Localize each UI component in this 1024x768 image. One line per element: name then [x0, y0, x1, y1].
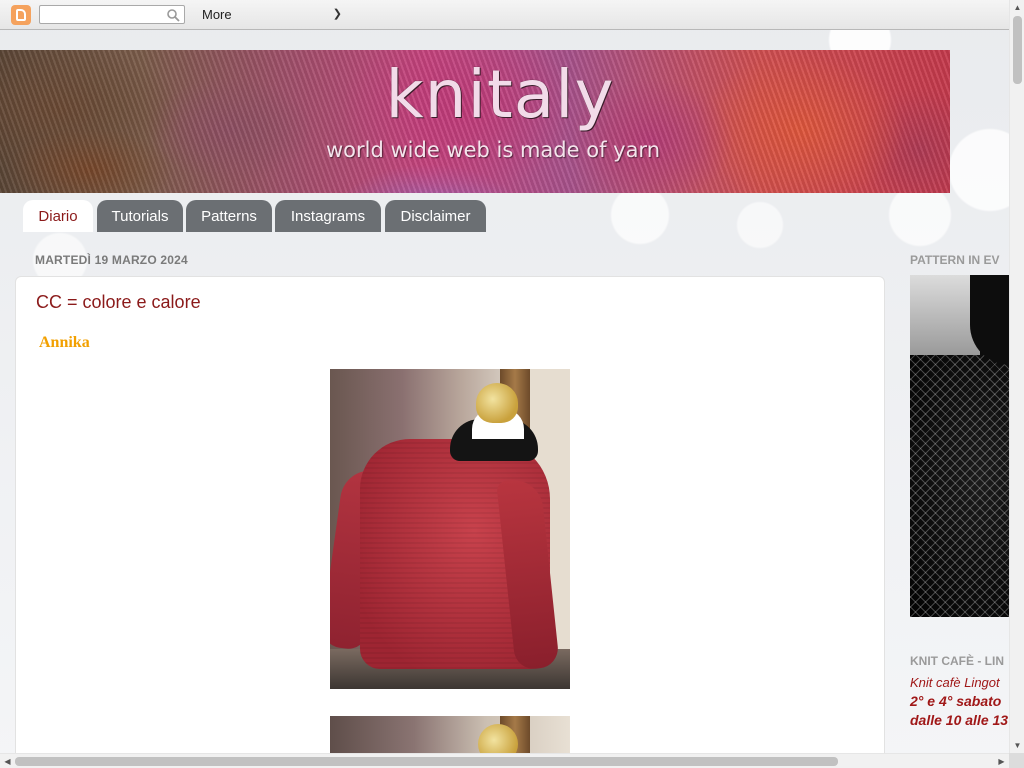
sidebar-knitcafe-schedule: 2° e 4° sabato: [910, 693, 1002, 709]
tab-patterns[interactable]: Patterns: [186, 200, 272, 232]
vertical-scrollbar[interactable]: ▲ ▼: [1009, 0, 1024, 753]
sidebar-knitcafe-text: Knit cafè Lingot: [910, 675, 1000, 690]
sidebar-pattern-title: PATTERN IN EV: [910, 253, 1000, 267]
sweater-photo[interactable]: [330, 369, 570, 689]
vertical-scroll-thumb[interactable]: [1013, 16, 1022, 84]
search-icon[interactable]: [166, 8, 180, 22]
page-tabs: Diario Tutorials Patterns Instagrams Dis…: [0, 200, 1009, 232]
post-card: CC = colore e calore Annika: [15, 276, 885, 768]
tab-label: Tutorials: [111, 207, 169, 225]
sidebar-knitcafe-hours: dalle 10 alle 13: [910, 712, 1009, 728]
post-title[interactable]: CC = colore e calore: [36, 292, 201, 313]
horizontal-scroll-thumb[interactable]: [15, 757, 838, 766]
scroll-right-icon[interactable]: ▶: [994, 754, 1009, 768]
pattern-image[interactable]: [910, 275, 1009, 617]
more-label: More: [202, 7, 232, 22]
chevron-down-icon: ❯: [332, 8, 342, 20]
horizontal-scrollbar[interactable]: ◀ ▶: [0, 753, 1024, 768]
tab-diario[interactable]: Diario: [23, 200, 93, 232]
search-box: [39, 5, 185, 24]
blogger-logo-icon[interactable]: [11, 5, 31, 25]
tab-label: Patterns: [201, 207, 257, 225]
tab-label: Diario: [38, 207, 78, 225]
blogger-navbar: More ❯: [0, 0, 1009, 30]
more-dropdown[interactable]: More ❯: [194, 5, 346, 24]
scrollbar-corner: [1009, 753, 1024, 768]
blog-header-banner[interactable]: knitaly world wide web is made of yarn: [0, 50, 950, 193]
sidebar: PATTERN IN EV KNIT CAFÈ - LIN Knit cafè …: [905, 240, 1009, 760]
tab-instagrams[interactable]: Instagrams: [275, 200, 381, 232]
tab-tutorials[interactable]: Tutorials: [97, 200, 183, 232]
scroll-down-icon[interactable]: ▼: [1010, 738, 1024, 753]
tab-label: Disclaimer: [400, 207, 471, 225]
tab-label: Instagrams: [290, 207, 366, 225]
tab-disclaimer[interactable]: Disclaimer: [385, 200, 486, 232]
post-date: MARTEDÌ 19 MARZO 2024: [35, 253, 188, 267]
blog-title: knitaly: [385, 56, 615, 133]
blog-subtitle: world wide web is made of yarn: [325, 138, 661, 162]
search-input[interactable]: [40, 6, 160, 24]
sidebar-knitcafe-title: KNIT CAFÈ - LIN: [910, 654, 1004, 668]
scroll-left-icon[interactable]: ◀: [0, 754, 15, 768]
scroll-up-icon[interactable]: ▲: [1010, 0, 1024, 15]
post-subtitle: Annika: [39, 334, 90, 351]
